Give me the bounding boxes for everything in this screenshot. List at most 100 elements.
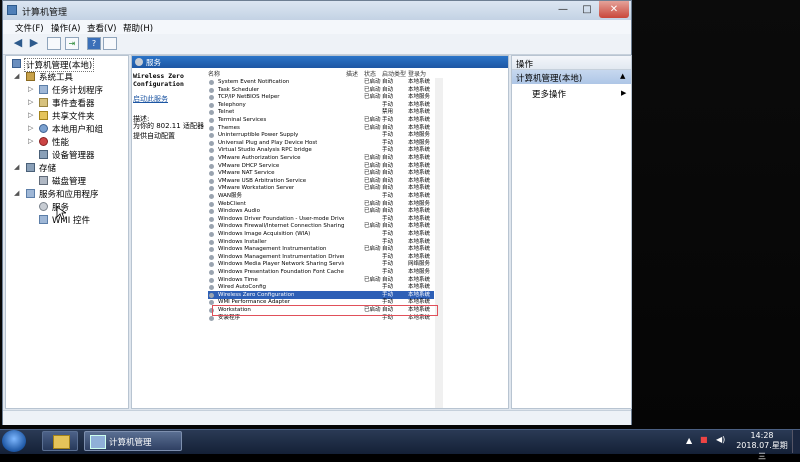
service-gear-icon	[209, 125, 214, 131]
maximize-button[interactable]: □	[575, 1, 599, 18]
forward-arrow-icon[interactable]: ▶	[27, 37, 41, 50]
service-gear-icon	[209, 171, 214, 177]
service-gear-icon	[209, 95, 214, 101]
service-gear-icon	[209, 110, 214, 116]
tray-arrow-icon[interactable]: ▲	[686, 436, 692, 445]
folder-icon	[53, 435, 70, 449]
actions-title: 操作	[516, 60, 534, 70]
menu-view[interactable]: 查看(V)	[87, 22, 116, 34]
tree-shared-folders[interactable]: 共享文件夹	[52, 110, 95, 122]
tree-device-manager[interactable]: 设备管理器	[52, 149, 95, 161]
expand-arrow-icon[interactable]: ▷	[28, 98, 33, 106]
service-gear-icon	[209, 148, 214, 154]
highlight-box	[212, 305, 438, 316]
column-startup-type[interactable]: 启动类型	[382, 69, 406, 78]
menu-bar: 文件(F) 操作(A) 查看(V) 帮助(H)	[3, 20, 631, 34]
services-header: 服务	[132, 56, 508, 68]
minimize-button[interactable]: —	[551, 1, 575, 18]
column-logon-as[interactable]: 登录为	[408, 69, 426, 78]
clock-time: 14:28	[750, 431, 774, 440]
service-gear-icon	[209, 239, 214, 245]
explorer-taskbar-button[interactable]	[42, 431, 78, 451]
start-button-windows-icon[interactable]	[2, 430, 26, 452]
expand-arrow-icon[interactable]: ▷	[28, 137, 33, 145]
expand-arrow-icon[interactable]: ▷	[28, 85, 33, 93]
performance-icon	[39, 137, 48, 146]
collapse-up-icon[interactable]: ▲	[620, 72, 625, 80]
title-bar[interactable]: 计算机管理 — □ ✕	[3, 1, 631, 20]
properties-icon[interactable]	[103, 37, 117, 50]
show-desktop-button[interactable]	[792, 430, 800, 453]
show-hide-tree-icon[interactable]: ⇥	[65, 37, 79, 50]
tree-system-tools[interactable]: 系统工具	[39, 71, 73, 83]
tree-event-viewer[interactable]: 事件查看器	[52, 97, 95, 109]
up-level-icon[interactable]	[47, 37, 61, 50]
services-list: 名称 描述 状态 启动类型 登录为 System Event Notificat…	[208, 68, 508, 408]
service-description-panel: Wireless Zero Configuration 启动此服务 描述: 为你…	[132, 68, 206, 408]
service-gear-icon	[209, 194, 214, 199]
collapse-arrow-icon[interactable]: ◢	[14, 72, 19, 80]
collapse-arrow-icon[interactable]: ◢	[14, 189, 19, 197]
tree-local-users[interactable]: 本地用户和组	[52, 123, 103, 135]
status-bar	[3, 410, 631, 425]
services-apps-icon	[26, 189, 35, 198]
help-icon[interactable]: ?	[87, 37, 101, 50]
computer-management-taskbar-button[interactable]: 计算机管理	[84, 431, 182, 451]
services-header-label: 服务	[146, 58, 161, 67]
volume-icon[interactable]: ◀)	[716, 435, 725, 444]
service-gear-icon	[209, 133, 214, 139]
tree-storage[interactable]: 存储	[39, 162, 56, 174]
back-arrow-icon[interactable]: ◀	[11, 37, 25, 50]
computer-management-icon	[90, 435, 106, 449]
column-status[interactable]: 状态	[364, 69, 376, 78]
column-description[interactable]: 描述	[346, 69, 358, 78]
tree-root[interactable]: 计算机管理(本地)	[24, 58, 95, 72]
service-gear-icon	[209, 163, 214, 169]
services-gear-icon	[39, 202, 48, 211]
start-service-link[interactable]: 启动此服务	[133, 94, 168, 104]
service-gear-icon	[209, 156, 214, 161]
expand-arrow-icon[interactable]: ▷	[28, 111, 33, 119]
tray-alert-icon[interactable]: ■	[700, 435, 708, 444]
service-gear-icon	[209, 178, 214, 184]
submenu-arrow-icon: ▶	[621, 89, 627, 97]
expand-arrow-icon[interactable]: ▷	[28, 124, 33, 132]
services-gear-icon	[135, 58, 143, 66]
system-clock[interactable]: 14:28 2018.07.星期三	[736, 431, 788, 462]
service-gear-icon	[209, 277, 214, 283]
actions-section-computer-management[interactable]: 计算机管理(本地) ▲	[512, 70, 631, 84]
menu-file[interactable]: 文件(F)	[15, 22, 44, 34]
task-scheduler-icon	[39, 85, 48, 94]
service-gear-icon	[209, 118, 214, 123]
service-gear-icon	[209, 285, 214, 291]
toolbar: ◀ ▶ ⇥ ?	[3, 34, 631, 55]
event-viewer-icon	[39, 98, 48, 107]
actions-section-label: 计算机管理(本地)	[516, 74, 583, 84]
computer-management-icon	[7, 5, 17, 15]
tree-disk-management[interactable]: 磁盘管理	[52, 175, 86, 187]
service-gear-icon	[209, 186, 214, 192]
collapse-arrow-icon[interactable]: ◢	[14, 163, 19, 171]
tree-services-apps[interactable]: 服务和应用程序	[39, 188, 99, 200]
service-gear-icon	[209, 201, 214, 207]
service-gear-icon	[209, 262, 214, 268]
computer-management-window: 计算机管理 — □ ✕ 文件(F) 操作(A) 查看(V) 帮助(H) ◀ ▶ …	[2, 0, 632, 425]
tree-performance[interactable]: 性能	[52, 136, 69, 148]
column-name[interactable]: 名称	[208, 69, 220, 78]
more-actions-item[interactable]: 更多操作	[532, 88, 566, 100]
services-pane: 服务 Wireless Zero Configuration 启动此服务 描述:…	[131, 55, 509, 409]
service-gear-icon	[209, 224, 214, 230]
menu-help[interactable]: 帮助(H)	[123, 22, 153, 34]
service-gear-icon	[209, 270, 214, 275]
services-scrollbar[interactable]	[435, 78, 443, 408]
selected-service-name: Wireless Zero Configuration	[133, 72, 184, 88]
storage-icon	[26, 163, 35, 172]
service-gear-icon	[209, 140, 214, 146]
actions-header: 操作	[512, 56, 631, 70]
close-button[interactable]: ✕	[599, 1, 629, 18]
description-text: 为你的 802.11 适配器提供自动配置	[133, 122, 204, 140]
wmi-icon	[39, 215, 48, 224]
service-gear-icon	[209, 315, 214, 321]
menu-action[interactable]: 操作(A)	[51, 22, 80, 34]
tree-task-scheduler[interactable]: 任务计划程序	[52, 84, 103, 96]
